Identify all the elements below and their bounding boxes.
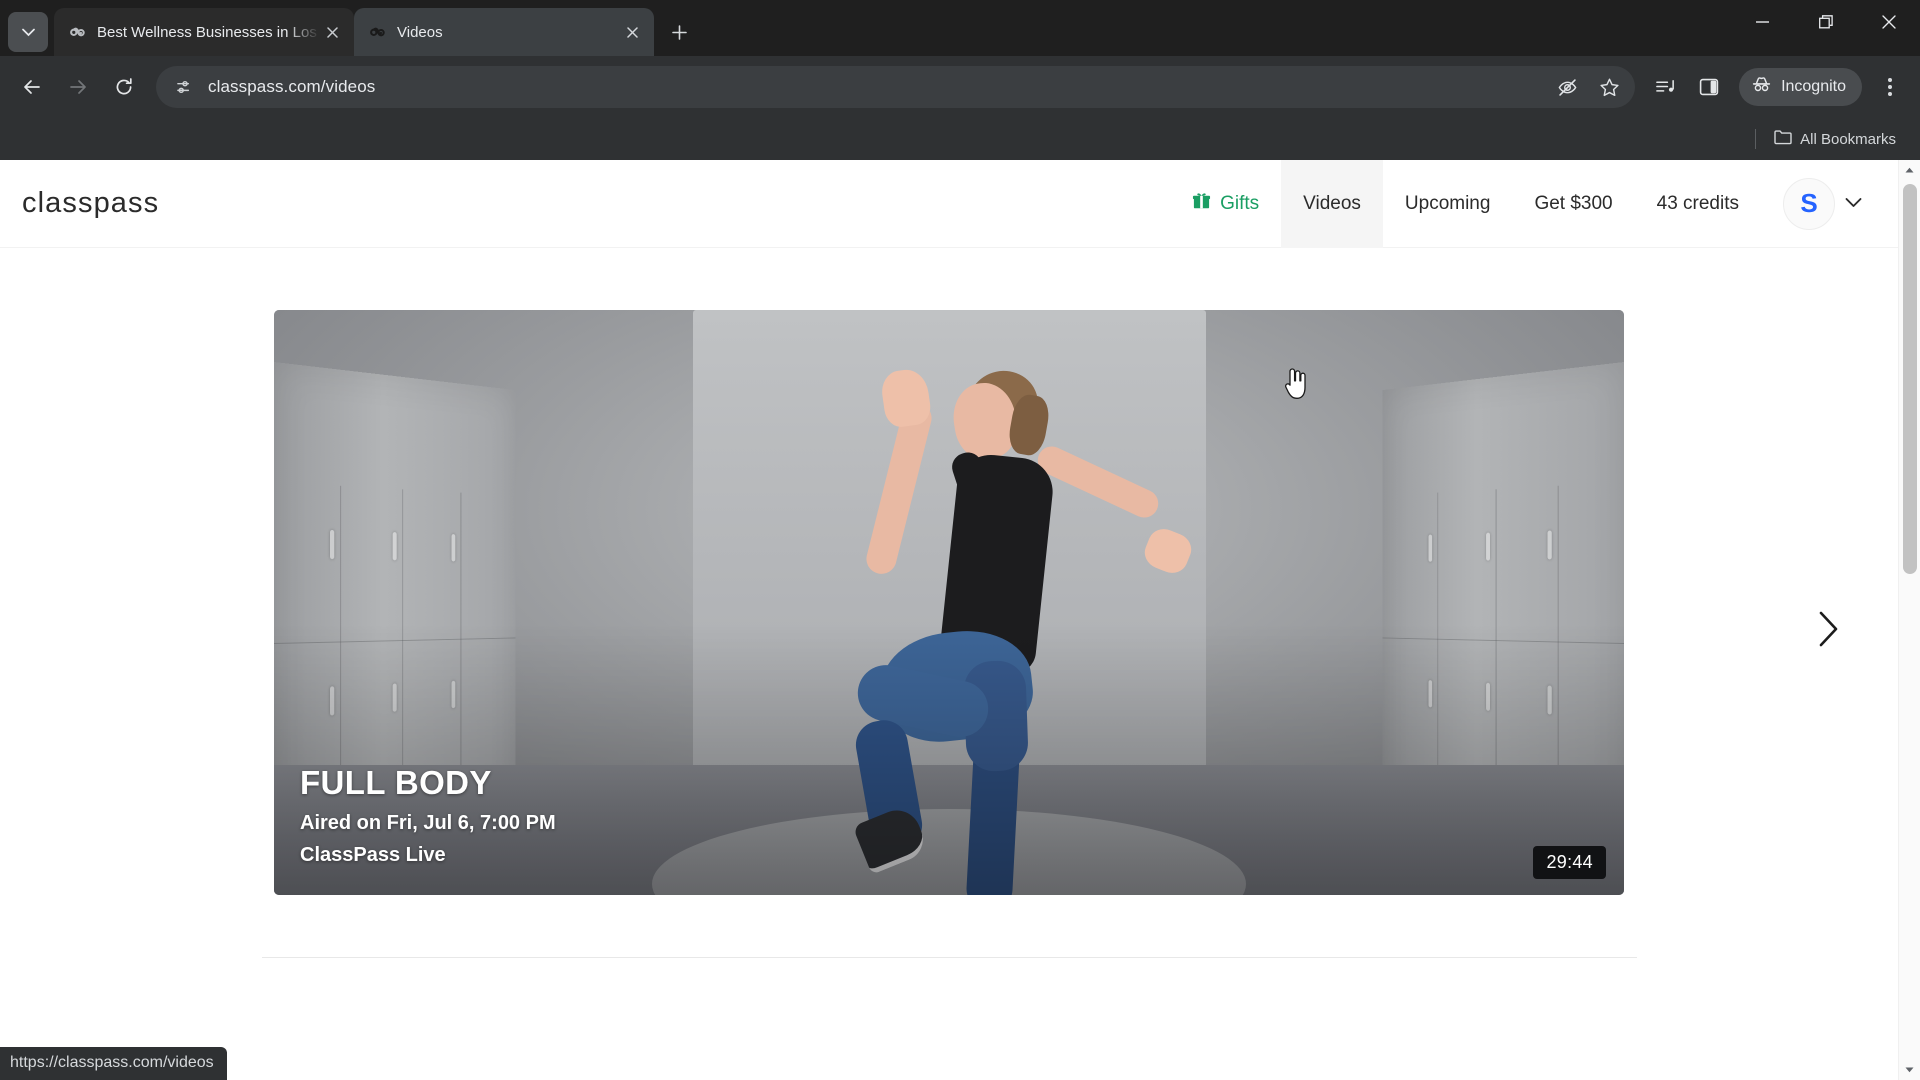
hero-brand: ClassPass Live [300,844,446,866]
scrollbar-thumb[interactable] [1903,184,1917,574]
omnibox-actions [1549,69,1627,105]
avatar[interactable]: S [1783,177,1835,230]
tab-title: Best Wellness Businesses in Los [97,23,317,41]
star-icon[interactable] [1591,69,1627,105]
classpass-videos-page: classpass Gifts Videos Upcoming Get $300… [0,160,1898,1080]
hero-title: FULL BODY [300,764,492,801]
video-duration-badge: 29:44 [1533,846,1606,879]
all-bookmarks-label: All Bookmarks [1800,130,1896,148]
browser-toolbar: classpass.com/videos Incognito [0,56,1920,118]
address-bar[interactable]: classpass.com/videos [156,66,1636,108]
close-icon[interactable] [620,20,644,44]
chevron-down-icon[interactable] [1845,195,1862,213]
featured-video-card[interactable]: FULL BODY Aired on Fri, Jul 6, 7:00 PM C… [274,310,1624,895]
minimize-button[interactable] [1731,0,1794,44]
eye-slash-icon[interactable] [1549,69,1585,105]
page-scrollbar[interactable] [1898,160,1920,1080]
hero-aired-date: Aired on Fri, Jul 6, 7:00 PM [300,812,556,834]
kebab-dot [1888,85,1892,89]
incognito-profile-button[interactable]: Incognito [1739,68,1862,106]
browser-tab-1[interactable]: Best Wellness Businesses in Los [54,8,354,56]
section-divider [261,957,1637,958]
scroll-up-arrow-icon[interactable] [1899,160,1920,180]
nav-label: Upcoming [1404,192,1491,214]
browser-tab-2[interactable]: Videos [354,8,654,56]
browser-window: Best Wellness Businesses in Los Videos c… [0,0,1920,1080]
incognito-icon [1751,74,1772,100]
kebab-dot [1888,92,1892,96]
url-text: classpass.com/videos [208,77,376,96]
hero-carousel: FULL BODY Aired on Fri, Jul 6, 7:00 PM C… [0,248,1898,895]
nav-label: Videos [1303,192,1361,214]
close-window-button[interactable] [1857,0,1920,44]
side-panel-icon[interactable] [1689,67,1729,107]
classpass-favicon [68,23,86,41]
all-bookmarks-button[interactable]: All Bookmarks [1766,125,1904,153]
tab-search-chevron-down-icon[interactable] [8,12,48,52]
gift-icon [1192,191,1211,216]
new-tab-button[interactable] [662,15,696,49]
nav-label: 43 credits [1656,192,1739,214]
nav-item-credits[interactable]: 43 credits [1635,160,1761,248]
classpass-favicon [368,23,386,41]
folder-icon [1774,129,1792,149]
kebab-dot [1888,78,1892,82]
account-menu[interactable]: S [1761,177,1876,230]
nav-label: Gifts [1220,192,1260,214]
forward-button[interactable] [56,65,100,109]
reload-button[interactable] [102,65,146,109]
media-list-icon[interactable] [1645,67,1685,107]
window-controls [1731,0,1920,56]
classpass-logo[interactable]: classpass [22,187,159,220]
maximize-restore-button[interactable] [1794,0,1857,44]
bookmarks-divider [1755,129,1757,149]
close-icon[interactable] [320,20,344,44]
page-viewport: classpass Gifts Videos Upcoming Get $300… [0,160,1920,1080]
back-button[interactable] [10,65,54,109]
bookmarks-bar: All Bookmarks [0,118,1920,160]
site-header: classpass Gifts Videos Upcoming Get $300… [0,160,1898,248]
site-navigation: Gifts Videos Upcoming Get $300 43 credit… [1170,160,1876,248]
nav-label: Get $300 [1534,192,1613,214]
incognito-label: Incognito [1781,78,1846,95]
nav-item-get-300[interactable]: Get $300 [1512,160,1634,248]
page-settings-icon[interactable] [170,72,200,102]
tab-title: Videos [397,23,443,41]
carousel-next-button[interactable] [1802,602,1856,656]
scroll-down-arrow-icon[interactable] [1899,1060,1920,1080]
status-bar-url: https://classpass.com/videos [0,1047,227,1080]
tab-strip: Best Wellness Businesses in Los Videos [0,0,1920,56]
nav-item-videos[interactable]: Videos [1281,160,1383,248]
nav-item-gifts[interactable]: Gifts [1170,160,1281,248]
hero-text-block: FULL BODY Aired on Fri, Jul 6, 7:00 PM C… [300,764,556,867]
nav-item-upcoming[interactable]: Upcoming [1383,160,1513,248]
toolbar-right-actions: Incognito [1645,65,1910,109]
kebab-menu-icon[interactable] [1870,65,1910,109]
